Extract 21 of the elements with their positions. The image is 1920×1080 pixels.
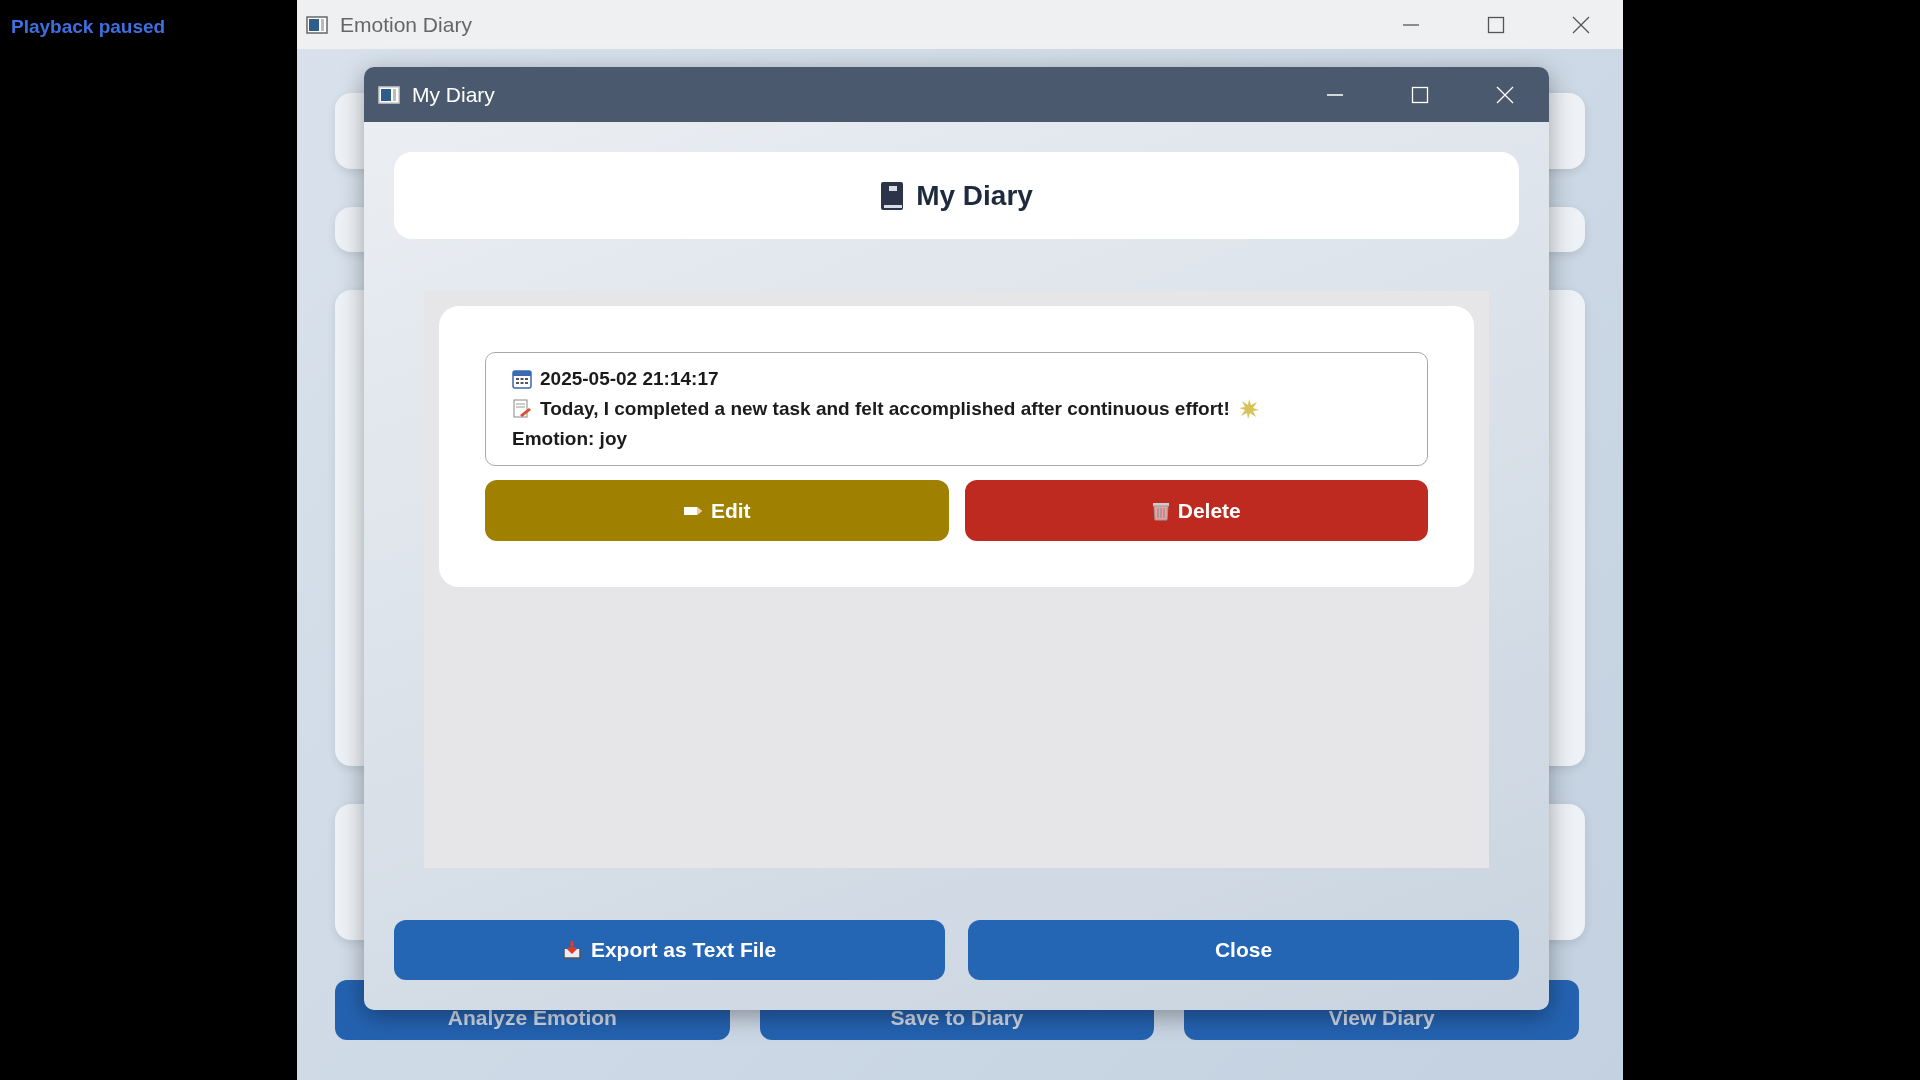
download-tray-icon xyxy=(562,940,581,960)
dialog-title: My Diary xyxy=(412,82,496,107)
book-icon xyxy=(880,180,905,211)
edit-button[interactable]: Edit xyxy=(485,480,949,541)
entry-emotion: Emotion: joy xyxy=(512,428,628,450)
app-icon xyxy=(378,85,400,104)
entry-date: 2025-05-02 21:14:17 xyxy=(540,368,719,390)
pencil-icon xyxy=(682,504,703,517)
maximize-icon[interactable] xyxy=(1487,15,1505,34)
close-icon[interactable] xyxy=(1571,14,1591,35)
app-icon xyxy=(306,15,328,34)
memo-icon xyxy=(512,399,532,419)
entry-text: Today, I completed a new task and felt accomplished after continuous effort! xyxy=(540,398,1230,420)
export-button[interactable]: Export as Text File xyxy=(394,920,945,980)
window-title: Emotion Diary xyxy=(340,12,473,37)
playback-status: Playback paused xyxy=(11,16,166,37)
close-button[interactable]: Close xyxy=(968,920,1519,980)
trash-icon xyxy=(1151,500,1170,521)
calendar-icon xyxy=(512,369,532,389)
diary-heading: My Diary xyxy=(916,179,1033,212)
delete-button[interactable]: Delete xyxy=(964,480,1428,541)
